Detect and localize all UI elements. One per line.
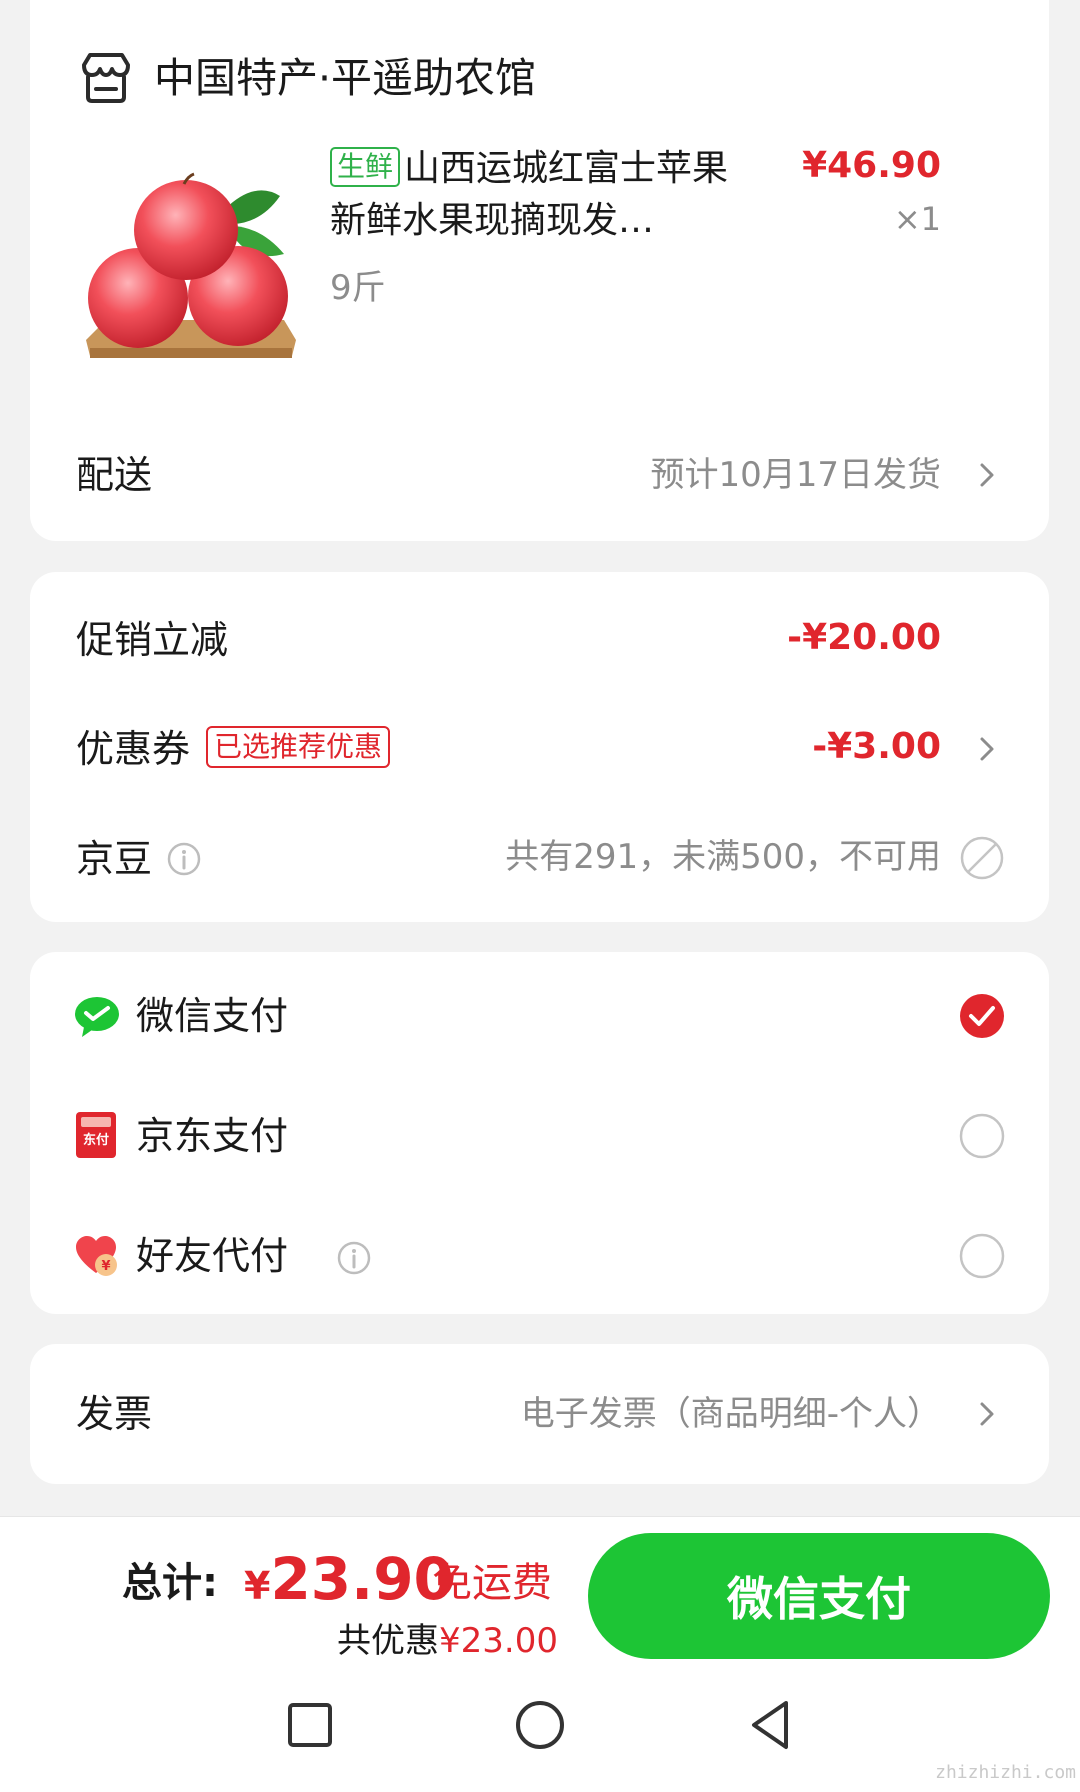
- total-label: 总计:: [122, 1560, 218, 1606]
- promotion-row: 促销立减 -¥20.00: [30, 612, 1049, 666]
- promotion-value: -¥20.00: [787, 617, 941, 658]
- delivery-row[interactable]: 配送 预计10月17日发货: [30, 449, 1049, 501]
- chevron-right-icon: [980, 1402, 994, 1426]
- info-icon[interactable]: [336, 1240, 372, 1276]
- jd-pay-icon-text: 东付: [82, 1133, 109, 1148]
- saved-amount: ¥23.00: [439, 1621, 558, 1661]
- saved-summary: 共优惠¥23.00: [337, 1617, 558, 1665]
- fresh-tag: 生鲜: [330, 147, 401, 187]
- store-header[interactable]: 中国特产·平遥助农馆: [78, 50, 536, 106]
- coupon-label: 优惠券: [76, 727, 191, 771]
- jingdou-value: 共有291，未满500，不可用: [505, 837, 941, 877]
- product-quantity: ×1: [893, 200, 941, 238]
- jingdou-row: 京豆 共有291，未满500，不可用: [30, 831, 1049, 885]
- unavailable-icon: [960, 836, 1004, 880]
- jd-pay-icon: 东付: [76, 1112, 116, 1158]
- store-icon: [82, 53, 130, 103]
- checkout-bar: 总计: ¥23.90 免运费 共优惠¥23.00 微信支付 zhizhizhi.…: [0, 1516, 1080, 1792]
- radio-empty-icon[interactable]: [959, 1233, 1005, 1279]
- payment-label: 好友代付: [136, 1234, 289, 1278]
- wechat-pay-icon: [75, 997, 119, 1037]
- promotion-label: 促销立减: [76, 618, 229, 662]
- recent-apps-icon[interactable]: [280, 1695, 340, 1755]
- free-shipping-label: 免运费: [432, 1560, 552, 1606]
- payment-card: 微信支付 东付 京东支付 ¥ 好友代付: [30, 952, 1049, 1314]
- coupon-row[interactable]: 优惠券 已选推荐优惠 -¥3.00: [30, 721, 1049, 775]
- product-card: 中国特产·平遥助农馆 生鲜 山西运城红富士苹果 新鲜水果现摘现发… 9斤 ¥46.…: [30, 0, 1049, 541]
- back-icon[interactable]: [740, 1695, 800, 1755]
- payment-label: 微信支付: [136, 994, 289, 1038]
- payment-option-friend[interactable]: ¥ 好友代付: [30, 1228, 1049, 1284]
- info-icon[interactable]: [166, 841, 202, 877]
- payment-option-wechat[interactable]: 微信支付: [30, 988, 1049, 1044]
- home-icon[interactable]: [510, 1695, 570, 1755]
- product-image[interactable]: [84, 170, 298, 370]
- radio-checked-icon[interactable]: [959, 993, 1005, 1039]
- store-name: 中国特产·平遥助农馆: [154, 54, 537, 102]
- payment-label: 京东支付: [136, 1114, 289, 1158]
- delivery-value: 预计10月17日发货: [650, 455, 941, 495]
- payment-option-jd[interactable]: 东付 京东支付: [30, 1108, 1049, 1164]
- chevron-right-icon: [980, 463, 994, 487]
- product-spec: 9斤: [330, 268, 386, 308]
- invoice-value: 电子发票（商品明细-个人）: [520, 1394, 941, 1434]
- watermark: zhizhizhi.com: [935, 1762, 1076, 1783]
- coupon-label-wrap: 优惠券 已选推荐优惠: [76, 723, 391, 775]
- discount-card: 促销立减 -¥20.00 优惠券 已选推荐优惠 -¥3.00 京豆 共有291，未…: [30, 572, 1049, 922]
- product-price: ¥46.90: [802, 145, 941, 186]
- saved-label: 共优惠: [337, 1621, 440, 1661]
- coupon-badge: 已选推荐优惠: [206, 726, 391, 768]
- radio-empty-icon[interactable]: [959, 1113, 1005, 1159]
- invoice-row[interactable]: 发票 电子发票（商品明细-个人）: [30, 1388, 1049, 1442]
- wechat-pay-button[interactable]: 微信支付: [588, 1533, 1050, 1659]
- invoice-label: 发票: [76, 1392, 153, 1436]
- delivery-label: 配送: [76, 453, 153, 497]
- coupon-value: -¥3.00: [812, 726, 941, 767]
- currency-symbol: ¥: [244, 1564, 271, 1608]
- friend-pay-heart-icon: ¥: [76, 1236, 117, 1276]
- chevron-right-icon: [980, 737, 994, 761]
- svg-text:¥: ¥: [101, 1259, 110, 1274]
- total-value: 23.90: [270, 1545, 454, 1613]
- product-title[interactable]: 生鲜 山西运城红富士苹果 新鲜水果现摘现发…: [330, 143, 770, 247]
- jingdou-label: 京豆: [76, 837, 153, 881]
- invoice-card: 发票 电子发票（商品明细-个人）: [30, 1344, 1049, 1484]
